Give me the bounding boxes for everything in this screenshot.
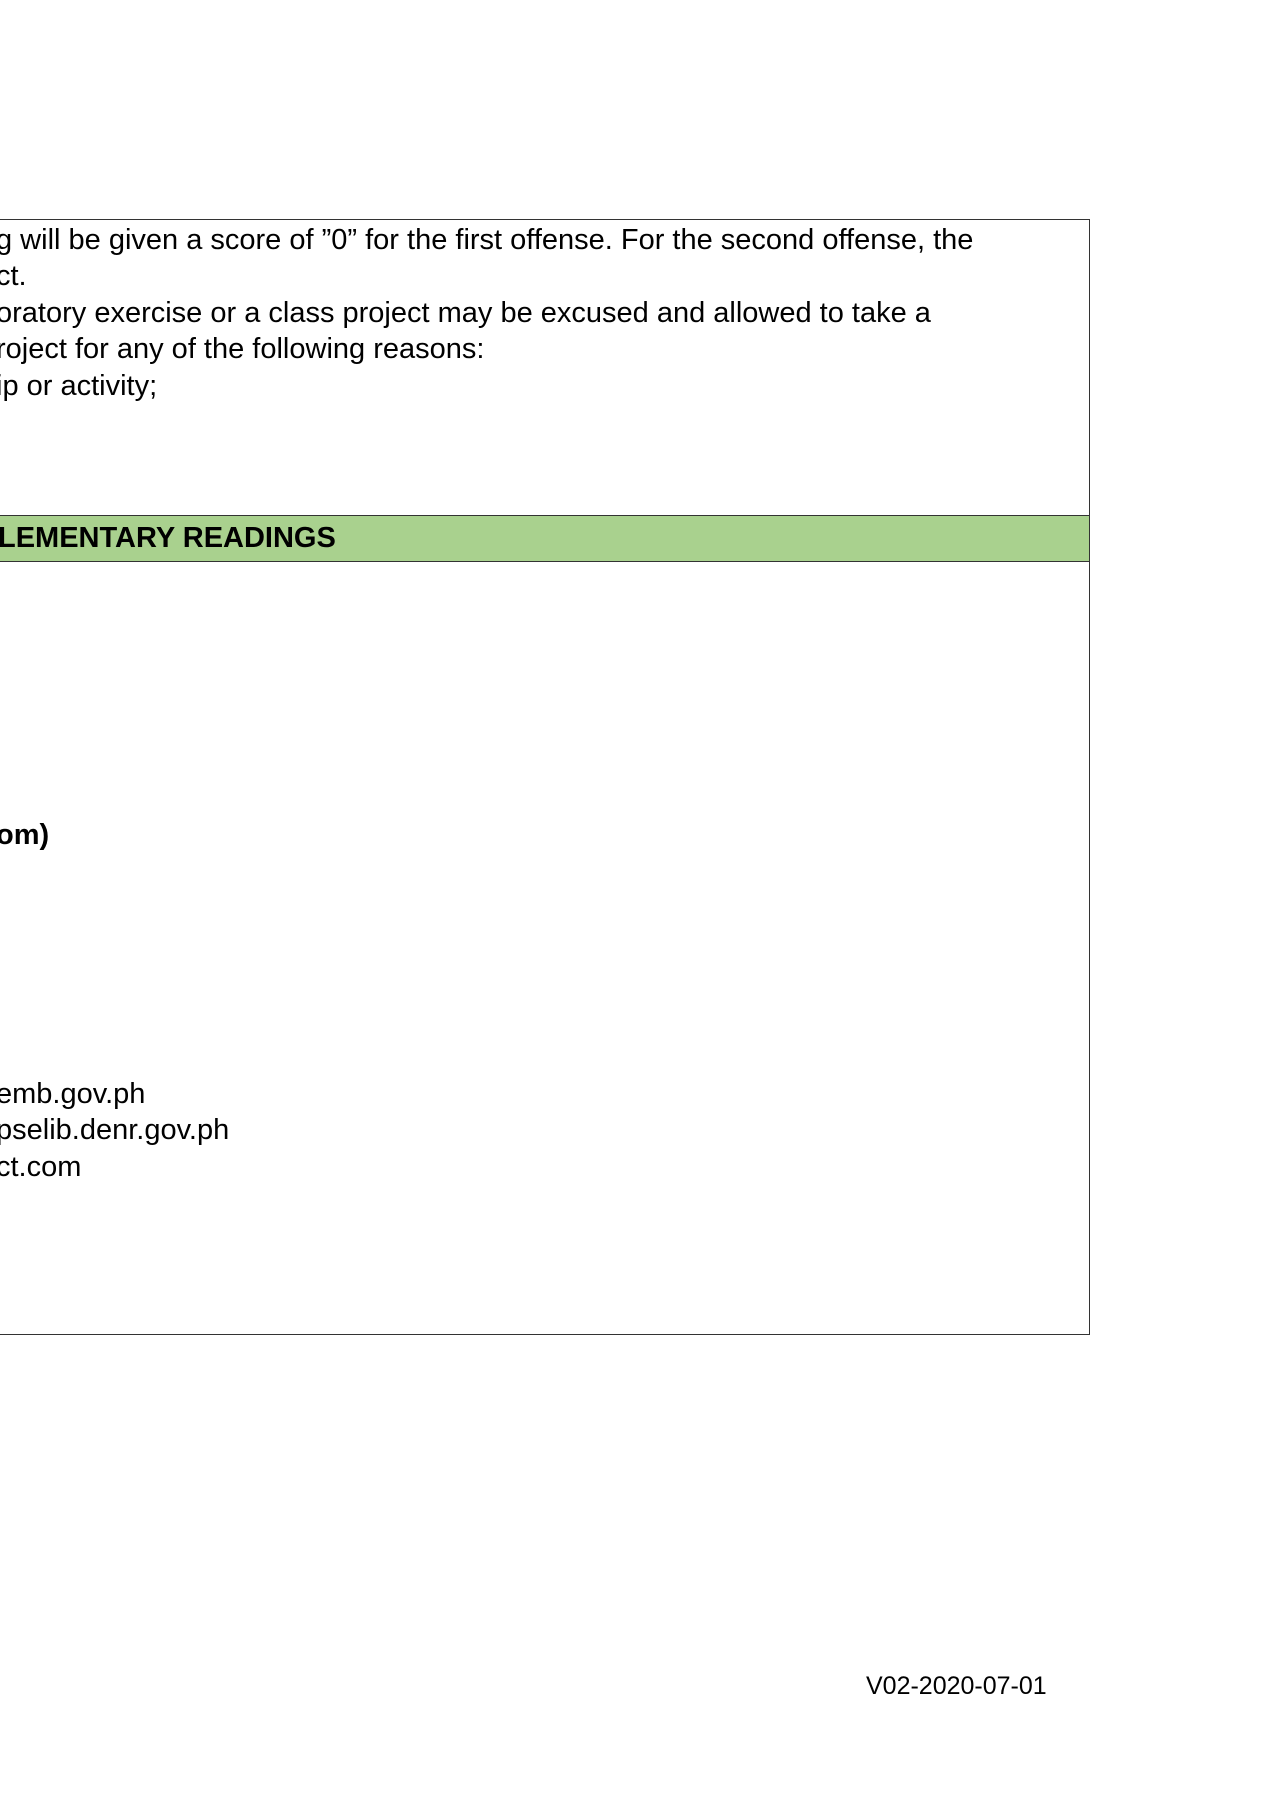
policy-line-3: oratory exercise or a class project may … <box>0 297 931 329</box>
version-label: V02-2020-07-01 <box>866 1672 1047 1700</box>
policy-line-1: g will be given a score of ”0” for the f… <box>0 224 974 256</box>
readings-link-1: emb.gov.ph <box>0 1078 146 1110</box>
readings-header-title: LEMENTARY READINGS <box>0 522 336 554</box>
policy-section-box <box>0 219 1090 516</box>
document-page: g will be given a score of ”0” for the f… <box>0 0 1273 1800</box>
policy-line-2: ct. <box>0 260 27 292</box>
policy-line-5: ip or activity; <box>0 370 158 402</box>
readings-room-label: om) <box>0 819 50 851</box>
readings-link-2: pselib.denr.gov.ph <box>0 1114 230 1146</box>
policy-line-4: roject for any of the following reasons: <box>0 333 485 365</box>
readings-link-3: ct.com <box>0 1151 82 1183</box>
readings-section-box <box>0 561 1090 1335</box>
